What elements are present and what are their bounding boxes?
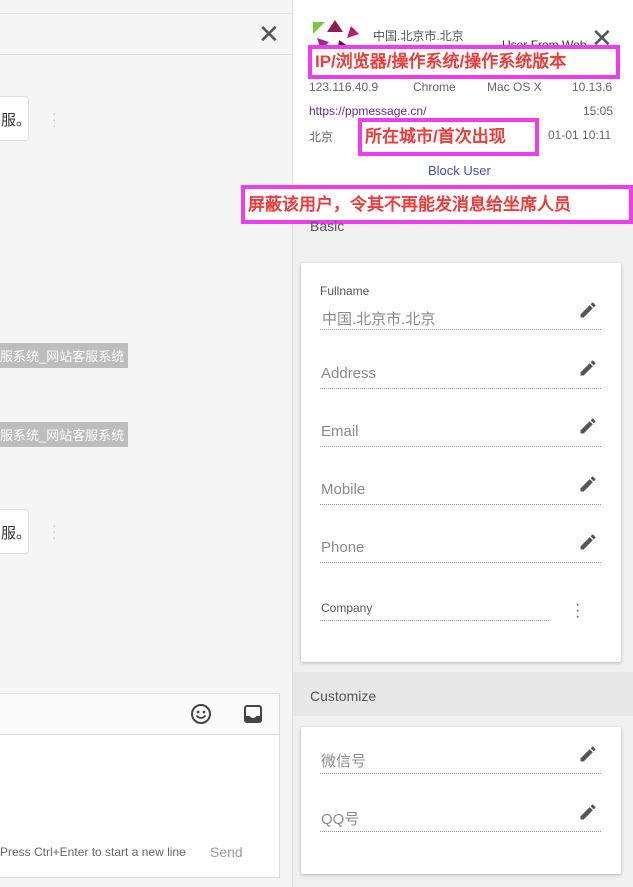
composer-hint: Press Ctrl+Enter to start a new line [0,845,186,859]
wechat-underline [320,773,601,774]
composer: Press Ctrl+Enter to start a new line Sen… [0,693,280,878]
annotation-block-user: 屏蔽该用户，令其不再能发消息给坐席人员 [241,185,633,224]
basic-card: Fullname 中国.北京市.北京 Address Email Mobile … [301,263,621,662]
company-underline [320,620,549,621]
ip-address: 123.116.40.9 [309,80,379,94]
annotation-city-first-seen: 所在城市/首次出现 [358,118,539,156]
mobile-field[interactable]: Mobile [321,481,365,498]
system-note: 服系统_网站客服系统 [0,422,129,447]
block-user-button[interactable]: Block User [428,163,491,178]
address-underline [320,388,601,389]
fullname-label: Fullname [320,284,370,298]
message-text: 服。 [1,525,32,542]
company-menu-icon[interactable]: · · · [575,597,580,625]
address-field[interactable]: Address [321,365,376,382]
phone-field[interactable]: Phone [321,539,364,556]
os-name: Mac OS X [487,80,542,94]
message-bubble: 服。 [0,96,32,141]
company-label: Company [321,601,373,615]
qq-underline [320,831,601,832]
customize-header: Customize [293,672,633,716]
email-underline [320,446,601,447]
visit-time: 15:05 [583,104,614,118]
city-text: 北京 [309,130,334,144]
first-seen-time: 01-01 10:11 [548,128,612,142]
emoji-icon[interactable] [190,703,212,725]
pencil-icon[interactable] [578,300,598,320]
close-icon[interactable]: ✕ [258,21,280,47]
wechat-field[interactable]: 微信号 [321,750,366,771]
email-field[interactable]: Email [321,423,359,440]
fullname-field[interactable]: 中国.北京市.北京 [322,308,435,329]
mobile-underline [320,504,601,505]
message-menu-icon[interactable]: · · · [52,106,57,132]
os-version: 10.13.6 [572,80,613,94]
qq-field[interactable]: QQ号 [321,808,359,829]
fullname-underline [320,329,601,330]
visit-url-link[interactable]: https://ppmessage.cn/ [309,104,426,118]
pencil-icon[interactable] [578,358,598,378]
pencil-icon[interactable] [578,744,598,764]
pencil-icon[interactable] [578,532,598,552]
send-button[interactable]: Send [210,844,243,860]
pencil-icon[interactable] [578,474,598,494]
system-note: 服系统_网站客服系统 [0,343,129,368]
browser-name: Chrome [413,80,456,94]
basic-section-title: Basic [310,218,345,234]
composer-toolbar [0,694,279,735]
chat-header: ✕ [0,14,292,55]
customize-section-title: Customize [310,688,377,704]
message-bubble: 服。 [0,509,32,554]
customize-card: 微信号 QQ号 [301,727,621,874]
message-text: 服。 [1,112,32,129]
pencil-icon[interactable] [578,416,598,436]
pencil-icon[interactable] [578,802,598,822]
phone-underline [320,562,601,563]
message-menu-icon[interactable]: · · · [52,518,57,544]
inbox-icon[interactable] [243,704,263,724]
location-text: 中国.北京市.北京 [373,29,464,43]
annotation-ip-browser-os: IP/浏览器/操作系统/操作系统版本 [308,45,620,79]
